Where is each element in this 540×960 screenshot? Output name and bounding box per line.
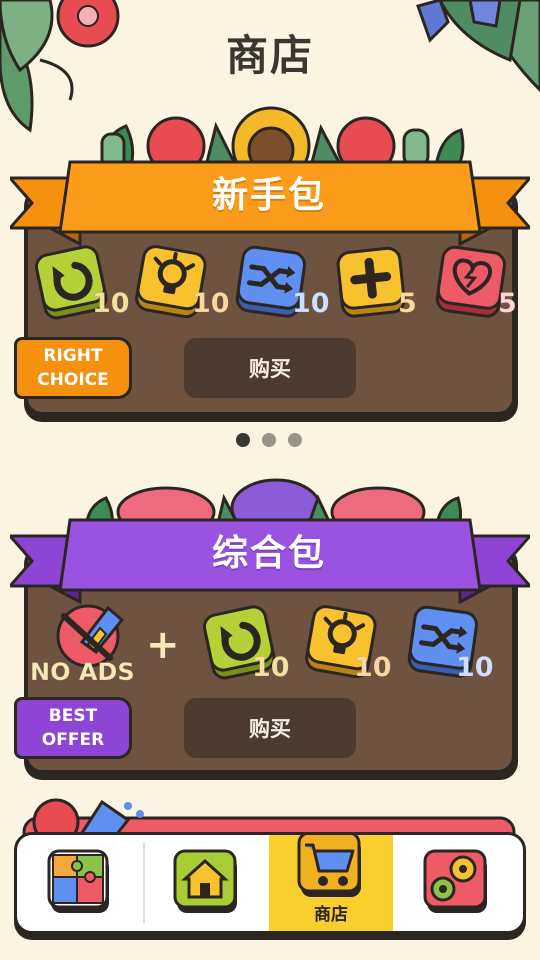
- no-ads-label: NO ADS: [30, 658, 135, 687]
- puzzle-icon: [47, 849, 109, 913]
- nav-tab-shop[interactable]: 商店: [269, 835, 393, 931]
- pagination-dot[interactable]: [288, 433, 302, 447]
- bottom-nav-bar: 商店: [14, 832, 526, 934]
- bundle-pack-title: 综合包: [211, 533, 326, 574]
- item-undo: 10: [200, 602, 290, 683]
- right-choice-tag: RIGHT CHOICE: [14, 337, 132, 399]
- item-count: 10: [456, 652, 494, 684]
- item-no-ads: NO ADS: [30, 596, 152, 686]
- item-undo: 10: [32, 242, 130, 320]
- shop-cart-icon: [297, 835, 361, 897]
- item-heart: 5: [432, 242, 517, 320]
- item-count: 10: [354, 652, 392, 684]
- item-count: 5: [398, 288, 417, 320]
- tag-line: BEST: [48, 706, 98, 726]
- home-icon: [173, 849, 237, 913]
- tag-line: OFFER: [41, 730, 105, 750]
- pagination-dot-active[interactable]: [236, 433, 250, 447]
- item-hint: 10: [132, 242, 230, 320]
- item-hint: 10: [302, 602, 392, 683]
- best-offer-tag: BEST OFFER: [14, 697, 132, 759]
- nav-tab-settings[interactable]: [395, 835, 519, 931]
- pagination-dot[interactable]: [262, 433, 276, 447]
- tag-line: CHOICE: [37, 370, 109, 390]
- starter-pack-buy-button[interactable]: 购买: [184, 338, 356, 398]
- starter-pack-title: 新手包: [211, 175, 326, 216]
- nav-tab-label: 商店: [314, 905, 348, 925]
- nav-tab-home[interactable]: [145, 835, 269, 931]
- item-count: 10: [92, 288, 130, 320]
- plus-sign: +: [146, 622, 180, 668]
- bundle-pack-buy-button[interactable]: 购买: [184, 698, 356, 758]
- item-count: 10: [292, 288, 330, 320]
- tag-line: RIGHT: [43, 346, 103, 366]
- item-count: 5: [498, 288, 517, 320]
- item-count: 10: [252, 652, 290, 684]
- item-shuffle: 10: [404, 602, 494, 683]
- item-add: 5: [332, 242, 417, 320]
- gears-icon: [423, 849, 487, 913]
- page-title: 商店: [225, 31, 314, 80]
- item-shuffle: 10: [232, 242, 330, 320]
- nav-tab-puzzle[interactable]: [17, 835, 141, 931]
- item-count: 10: [192, 288, 230, 320]
